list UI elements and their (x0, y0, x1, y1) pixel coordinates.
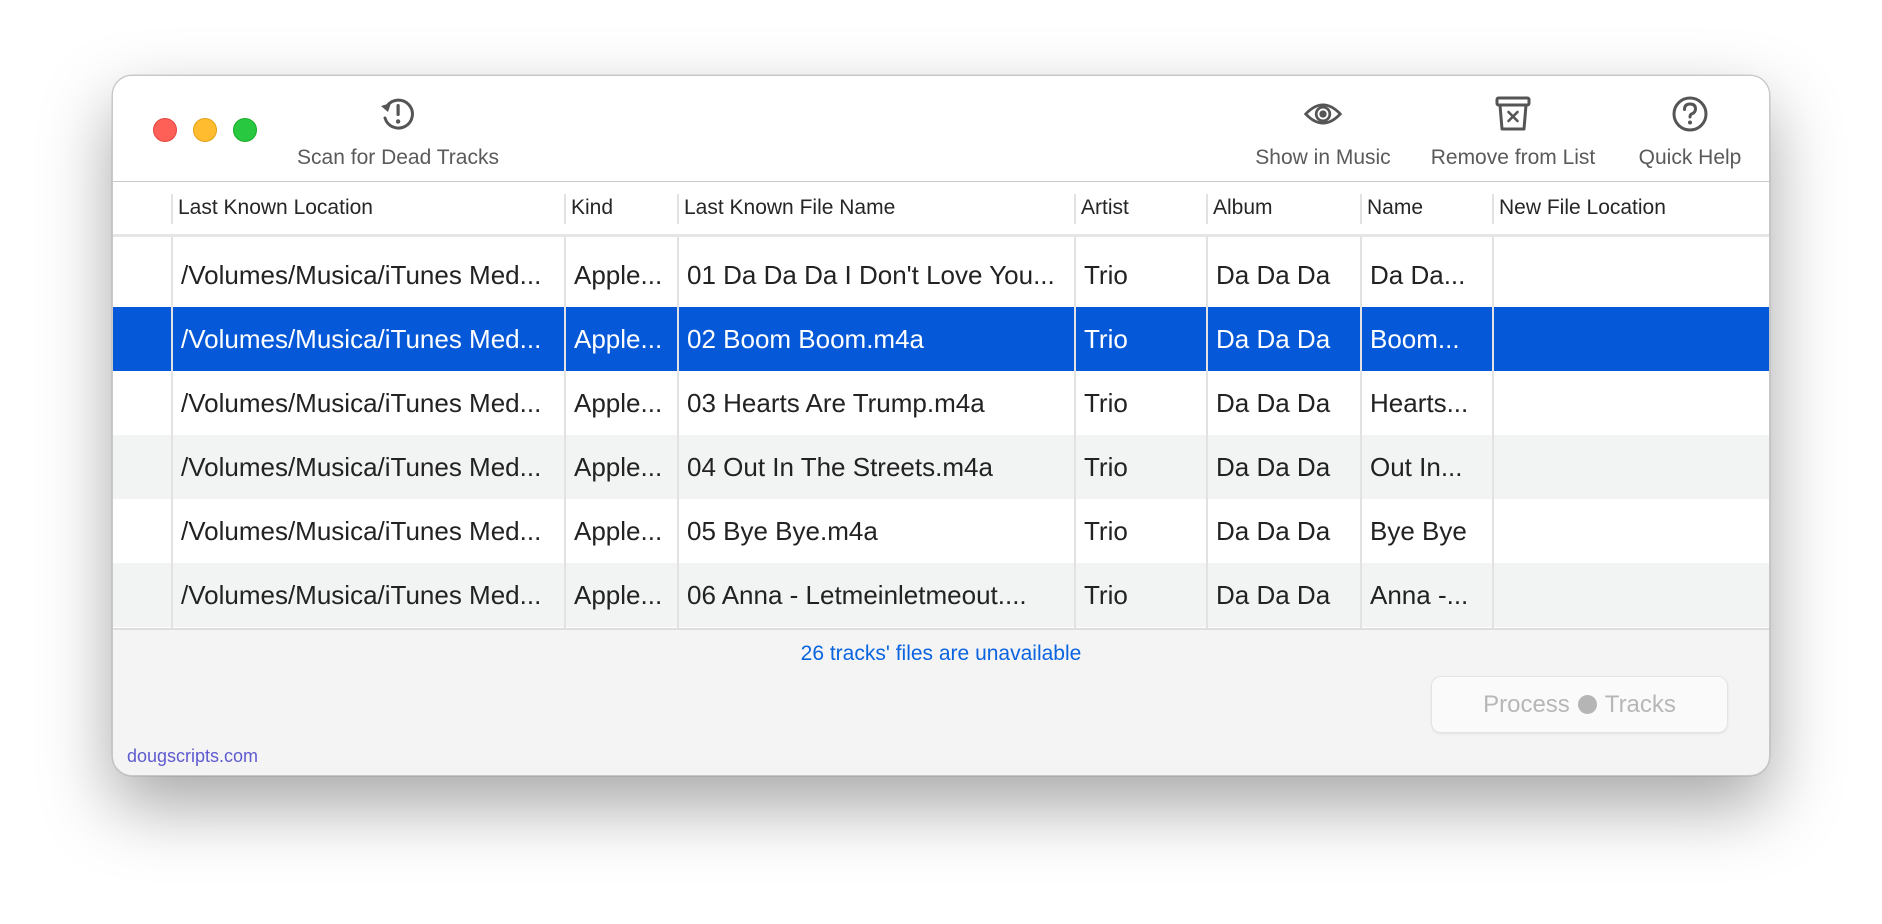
cell-select (113, 563, 171, 627)
column-divider (1492, 237, 1494, 628)
column-header-last-known-file-name[interactable]: Last Known File Name (677, 182, 1074, 234)
cell-artist: Trio (1084, 259, 1128, 290)
dougscripts-link[interactable]: dougscripts.com (127, 746, 258, 767)
cell-new-file-location (1492, 371, 1769, 435)
cell-last-known-file-name: 03 Hearts Are Trump.m4a (687, 387, 985, 418)
cell-last-known-file-name: 04 Out In The Streets.m4a (687, 451, 993, 482)
cell-artist: Trio (1084, 579, 1128, 610)
cell-album: Da Da Da (1216, 451, 1331, 482)
cell-last-known-location: /Volumes/Musica/iTunes Med... (181, 451, 542, 482)
cell-new-file-location (1492, 243, 1769, 307)
table-row[interactable]: /Volumes/Musica/iTunes Med... Apple... 03 … (113, 371, 1769, 435)
scan-label: Scan for Dead Tracks (297, 146, 499, 169)
cell-new-file-location (1492, 307, 1769, 371)
cell-last-known-file-name: 05 Bye Bye.m4a (687, 515, 878, 546)
show-in-music-label: Show in Music (1255, 146, 1391, 169)
cell-last-known-location: /Volumes/Musica/iTunes Med... (181, 387, 542, 418)
cell-new-file-location (1492, 499, 1769, 563)
column-divider (1206, 237, 1208, 628)
zoom-window-button[interactable] (233, 118, 257, 142)
cell-select (113, 435, 171, 499)
column-header-name[interactable]: Name (1360, 182, 1492, 234)
show-in-music-button[interactable]: Show in Music (1228, 94, 1418, 170)
table-row[interactable]: /Volumes/Musica/iTunes Med... Apple... 04 … (113, 435, 1769, 499)
quick-help-button[interactable]: Quick Help (1615, 94, 1765, 170)
cell-name: Anna -... (1370, 579, 1469, 610)
scan-for-dead-tracks-button[interactable]: Scan for Dead Tracks (268, 94, 528, 170)
cell-name: Boom... (1370, 323, 1460, 354)
close-window-button[interactable] (153, 118, 177, 142)
column-header-new-file-location[interactable]: New File Location (1492, 182, 1769, 234)
column-header-kind[interactable]: Kind (564, 182, 677, 234)
process-tracks-button[interactable]: Process Tracks (1431, 676, 1728, 733)
cell-new-file-location (1492, 435, 1769, 499)
cell-kind: Apple... (574, 387, 663, 418)
eye-icon (1303, 103, 1343, 125)
question-circle-icon (1672, 96, 1708, 132)
cell-name: Out In... (1370, 451, 1463, 482)
cell-album: Da Da Da (1216, 259, 1331, 290)
cell-select (113, 307, 171, 371)
cell-kind: Apple... (574, 515, 663, 546)
table-row[interactable]: /Volumes/Musica/iTunes Med... Apple... 02 … (113, 307, 1769, 371)
cell-select (113, 371, 171, 435)
quick-help-label: Quick Help (1638, 146, 1742, 169)
trash-x-icon (1495, 96, 1531, 131)
cell-last-known-location: /Volumes/Musica/iTunes Med... (181, 259, 542, 290)
column-header-select[interactable] (113, 182, 171, 234)
process-label: Process (1483, 690, 1570, 718)
progress-indicator-icon (1577, 695, 1597, 714)
cell-last-known-file-name: 01 Da Da Da I Don't Love You... (687, 259, 1055, 290)
table-header: Last Known Location Kind Last Known File… (113, 182, 1769, 237)
cell-album: Da Da Da (1216, 515, 1331, 546)
column-header-last-known-location[interactable]: Last Known Location (171, 182, 564, 234)
column-divider (171, 237, 173, 628)
cell-name: Hearts... (1370, 387, 1469, 418)
column-divider (1074, 237, 1076, 628)
cell-artist: Trio (1084, 323, 1128, 354)
cell-last-known-location: /Volumes/Musica/iTunes Med... (181, 323, 542, 354)
table-row[interactable]: /Volumes/Musica/iTunes Med... Apple... 05 … (113, 499, 1769, 563)
table-row[interactable]: /Volumes/Musica/iTunes Med... Apple... 01 … (113, 243, 1769, 307)
remove-from-list-label: Remove from List (1430, 146, 1596, 169)
cell-album: Da Da Da (1216, 323, 1331, 354)
cell-kind: Apple... (574, 323, 663, 354)
cell-artist: Trio (1084, 515, 1128, 546)
cell-artist: Trio (1084, 451, 1128, 482)
tracks-label: Tracks (1604, 690, 1676, 718)
column-divider (1360, 237, 1362, 628)
cell-last-known-location: /Volumes/Musica/iTunes Med... (181, 515, 542, 546)
clock-exclamation-icon (381, 98, 414, 130)
cell-last-known-location: /Volumes/Musica/iTunes Med... (181, 579, 542, 610)
app-window: Scan for Dead Tracks Show in Music Remov… (112, 75, 1770, 776)
cell-name: Bye Bye (1370, 515, 1467, 546)
cell-name: Da Da... (1370, 259, 1466, 290)
cell-last-known-file-name: 06 Anna - Letmeinletmeout.... (687, 579, 1027, 610)
cell-album: Da Da Da (1216, 387, 1331, 418)
cell-select (113, 499, 171, 563)
table-row[interactable]: /Volumes/Musica/iTunes Med... Apple... 06 … (113, 563, 1769, 627)
cell-kind: Apple... (574, 579, 663, 610)
cell-select (113, 243, 171, 307)
cell-kind: Apple... (574, 259, 663, 290)
cell-kind: Apple... (574, 451, 663, 482)
status-text: 26 tracks' files are unavailable (800, 642, 1082, 665)
column-divider (564, 237, 566, 628)
toolbar: Scan for Dead Tracks Show in Music Remov… (113, 76, 1769, 182)
cell-artist: Trio (1084, 387, 1128, 418)
tracks-table: Last Known Location Kind Last Known File… (113, 182, 1769, 630)
cell-last-known-file-name: 02 Boom Boom.m4a (687, 323, 925, 354)
cell-album: Da Da Da (1216, 579, 1331, 610)
column-header-artist[interactable]: Artist (1074, 182, 1206, 234)
remove-from-list-button[interactable]: Remove from List (1413, 94, 1613, 170)
minimize-window-button[interactable] (193, 118, 217, 142)
column-divider (677, 237, 679, 628)
column-header-album[interactable]: Album (1206, 182, 1360, 234)
cell-new-file-location (1492, 563, 1769, 627)
